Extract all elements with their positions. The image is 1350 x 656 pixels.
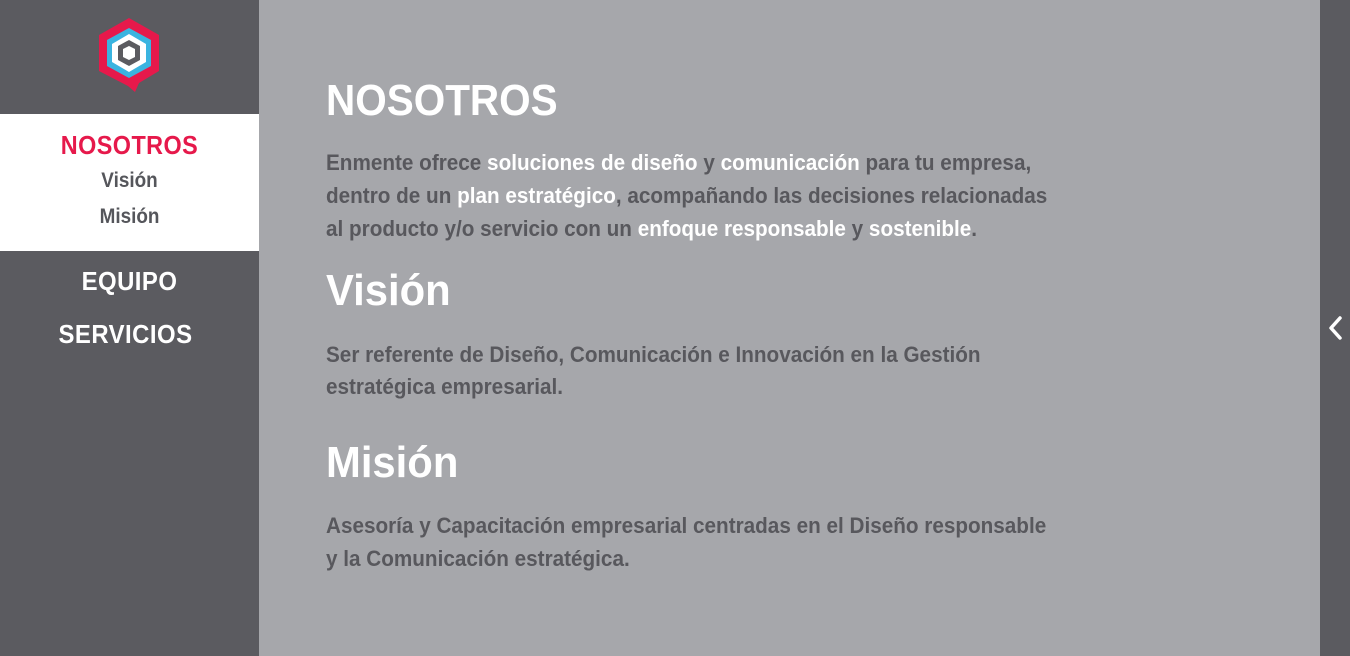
about-text: y bbox=[697, 150, 721, 175]
about-line-3: al producto y/o servicio con un enfoque … bbox=[326, 212, 1034, 245]
highlight-text: soluciones de diseño bbox=[487, 150, 698, 175]
section-title-vision: Visión bbox=[326, 266, 451, 315]
vision-line-2: estratégica empresarial. bbox=[326, 374, 564, 399]
highlight-text: comunicación bbox=[720, 150, 860, 175]
section-title-nosotros: NOSOTROS bbox=[326, 76, 558, 125]
sidebar: NOSOTROS Visión Misión EQUIPO SERVICIOS bbox=[0, 0, 259, 656]
nav-item-servicios[interactable]: SERVICIOS bbox=[6, 319, 244, 350]
about-text: , acompañando las decisiones relacionada… bbox=[615, 183, 1048, 208]
chevron-left-icon[interactable] bbox=[1326, 312, 1346, 344]
highlight-text: enfoque responsable bbox=[637, 216, 846, 241]
about-text: Enmente ofrece bbox=[326, 150, 488, 175]
section-title-mision: Misión bbox=[326, 438, 459, 487]
logo-icon[interactable] bbox=[95, 16, 163, 94]
about-text: . bbox=[971, 216, 978, 241]
nav-item-equipo[interactable]: EQUIPO bbox=[10, 266, 248, 297]
about-text: al producto y/o servicio con un bbox=[326, 216, 638, 241]
nav-subitem-vision[interactable]: Visión bbox=[13, 169, 246, 193]
highlight-text: sostenible bbox=[868, 216, 972, 241]
about-text: para tu empresa, bbox=[859, 150, 1032, 175]
highlight-text: plan estratégico bbox=[457, 183, 616, 208]
about-text: y bbox=[845, 216, 869, 241]
nav-section-nosotros: NOSOTROS Visión Misión bbox=[0, 114, 259, 251]
about-line-2: dentro de un plan estratégico, acompañan… bbox=[326, 179, 1047, 212]
about-text: dentro de un bbox=[326, 183, 458, 208]
nav-subitem-mision[interactable]: Misión bbox=[13, 205, 246, 229]
about-line-1: Enmente ofrece soluciones de diseño y co… bbox=[326, 146, 1034, 179]
mision-line-2: y la Comunicación estratégica. bbox=[326, 546, 630, 571]
nav-item-nosotros[interactable]: NOSOTROS bbox=[13, 130, 246, 161]
vision-line-1: Ser referente de Diseño, Comunicación e … bbox=[326, 342, 981, 367]
mision-line-1: Asesoría y Capacitación empresarial cent… bbox=[326, 513, 1047, 538]
